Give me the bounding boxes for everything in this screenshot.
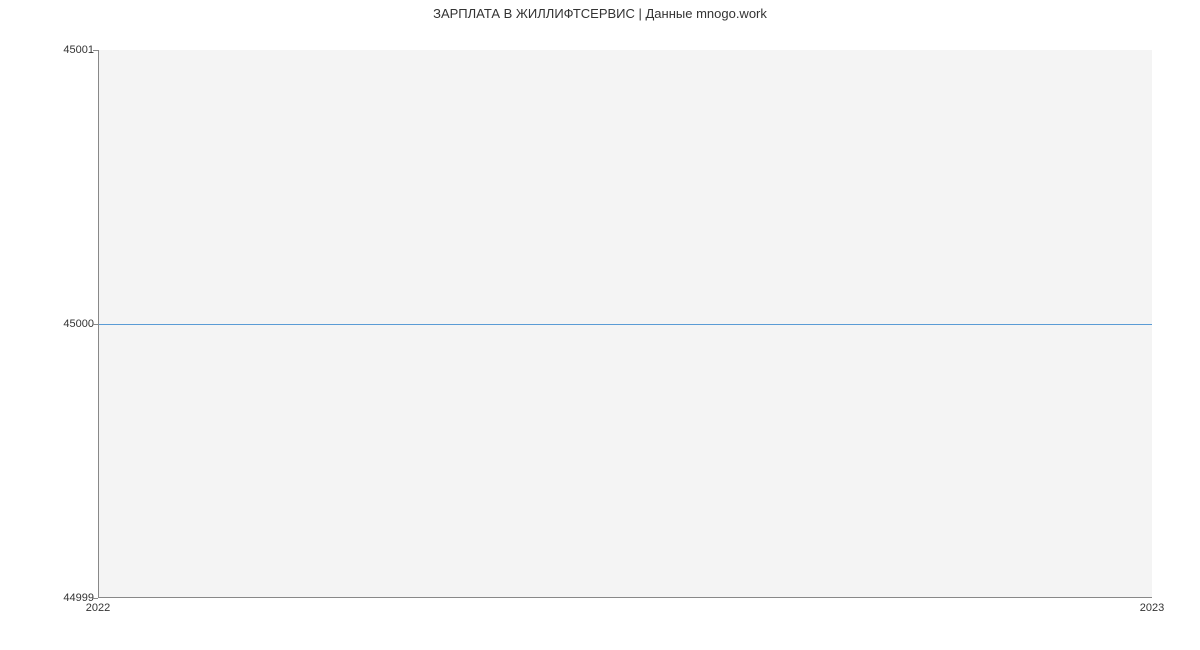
x-tick-label: 2022 (86, 602, 110, 614)
plot-area (98, 50, 1152, 598)
chart-container: ЗАРПЛАТА В ЖИЛЛИФТСЕРВИС | Данные mnogo.… (0, 0, 1200, 650)
y-tick-mark (93, 324, 98, 325)
data-line (99, 324, 1152, 326)
y-tick-mark (93, 598, 98, 599)
y-tick-label: 45000 (63, 318, 94, 330)
y-tick-mark (93, 50, 98, 51)
y-tick-label: 45001 (63, 44, 94, 56)
chart-title: ЗАРПЛАТА В ЖИЛЛИФТСЕРВИС | Данные mnogo.… (0, 0, 1200, 21)
x-tick-label: 2023 (1140, 602, 1164, 614)
